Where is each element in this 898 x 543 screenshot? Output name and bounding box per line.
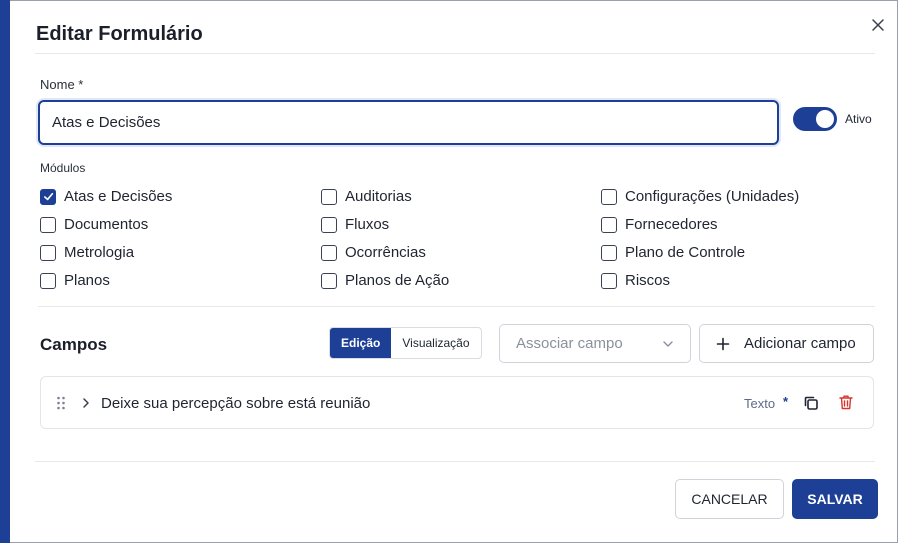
- checkbox[interactable]: [40, 272, 56, 289]
- module-checkbox-plano-de-controle[interactable]: Plano de Controle: [601, 244, 745, 261]
- copy-icon[interactable]: [802, 394, 820, 412]
- module-checkbox-planos[interactable]: Planos: [40, 272, 110, 289]
- background-window-edge: [0, 0, 10, 543]
- checkbox-label: Planos: [64, 272, 110, 289]
- checkbox[interactable]: [601, 272, 617, 289]
- header-divider: [35, 53, 875, 54]
- checkbox[interactable]: [40, 244, 56, 261]
- checkbox-label: Planos de Ação: [345, 272, 450, 289]
- checkbox-label: Auditorias: [345, 188, 412, 205]
- checkbox[interactable]: [321, 244, 337, 261]
- trash-icon[interactable]: [837, 393, 855, 411]
- checkbox-label: Fornecedores: [625, 216, 718, 233]
- active-toggle-label: Ativo: [845, 112, 872, 126]
- add-field-label: Adicionar campo: [744, 335, 856, 352]
- checkbox-label: Ocorrências: [345, 244, 426, 261]
- checkbox[interactable]: [321, 188, 337, 205]
- checkbox[interactable]: [601, 216, 617, 233]
- module-checkbox-configuracoes[interactable]: Configurações (Unidades): [601, 188, 799, 205]
- module-checkbox-riscos[interactable]: Riscos: [601, 272, 670, 289]
- add-field-button[interactable]: Adicionar campo: [699, 324, 874, 363]
- modules-divider: [38, 306, 875, 307]
- module-checkbox-auditorias[interactable]: Auditorias: [321, 188, 412, 205]
- toggle-knob: [816, 110, 834, 128]
- save-button[interactable]: SALVAR: [792, 479, 878, 519]
- checkbox[interactable]: [40, 216, 56, 233]
- drag-handle-icon[interactable]: [56, 396, 66, 410]
- dialog-title: Editar Formulário: [36, 23, 203, 45]
- checkbox-label: Atas e Decisões: [64, 188, 173, 205]
- checkbox-label: Configurações (Unidades): [625, 188, 800, 205]
- close-icon: [872, 19, 884, 31]
- checkbox[interactable]: [601, 244, 617, 261]
- field-label: Deixe sua percepção sobre está reunião: [101, 395, 371, 412]
- module-checkbox-fornecedores[interactable]: Fornecedores: [601, 216, 718, 233]
- close-button[interactable]: [868, 15, 888, 35]
- field-type: Texto: [744, 396, 776, 411]
- tab-edicao[interactable]: Edição: [330, 328, 392, 358]
- module-checkbox-atas-e-decisoes[interactable]: Atas e Decisões: [40, 188, 172, 205]
- module-checkbox-documentos[interactable]: Documentos: [40, 216, 148, 233]
- associate-field-select[interactable]: Associar campo: [499, 324, 691, 363]
- checkbox[interactable]: [321, 216, 337, 233]
- checkbox-label: Fluxos: [345, 216, 390, 233]
- checkbox-label: Riscos: [625, 272, 671, 289]
- check-icon: [43, 192, 53, 201]
- active-toggle[interactable]: [793, 107, 837, 131]
- edit-form-dialog: Editar Formulário Nome * Ativo Módulos A…: [10, 0, 898, 543]
- checkbox-label: Documentos: [64, 216, 149, 233]
- footer-divider: [35, 461, 875, 462]
- checkbox[interactable]: [40, 188, 56, 205]
- field-item[interactable]: Deixe sua percepção sobre está reunião T…: [40, 376, 874, 429]
- checkbox[interactable]: [601, 188, 617, 205]
- modules-label: Módulos: [40, 161, 86, 175]
- cancel-button[interactable]: CANCELAR: [675, 479, 784, 519]
- name-label: Nome *: [40, 77, 84, 92]
- tab-visualizacao[interactable]: Visualização: [391, 328, 480, 358]
- view-mode-toggle: Edição Visualização: [329, 327, 482, 359]
- name-input[interactable]: [38, 100, 779, 145]
- checkbox[interactable]: [321, 272, 337, 289]
- required-mark: *: [783, 394, 789, 409]
- module-checkbox-metrologia[interactable]: Metrologia: [40, 244, 134, 261]
- chevron-down-icon: [663, 340, 673, 347]
- checkbox-label: Metrologia: [64, 244, 135, 261]
- module-checkbox-fluxos[interactable]: Fluxos: [321, 216, 389, 233]
- select-placeholder: Associar campo: [516, 335, 623, 352]
- fields-section-title: Campos: [40, 335, 108, 354]
- chevron-right-icon[interactable]: [80, 396, 92, 410]
- plus-icon: [716, 337, 730, 350]
- checkbox-label: Plano de Controle: [625, 244, 746, 261]
- module-checkbox-planos-de-acao[interactable]: Planos de Ação: [321, 272, 449, 289]
- module-checkbox-ocorrencias[interactable]: Ocorrências: [321, 244, 426, 261]
